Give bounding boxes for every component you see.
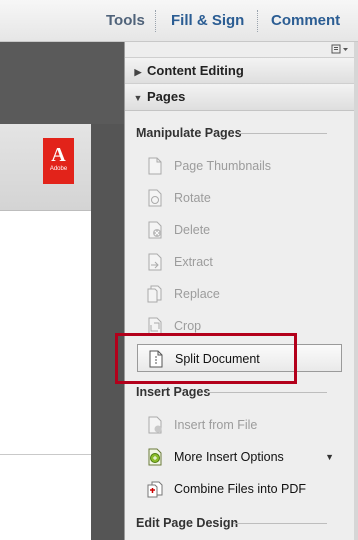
more-insert-options-button[interactable]: More Insert Options ▼ [137, 443, 342, 471]
item-label: Replace [174, 287, 220, 301]
page-thumbnails-icon [147, 157, 163, 175]
item-label: Rotate [174, 191, 211, 205]
chevron-down-icon: ▼ [133, 93, 143, 103]
rotate-icon [147, 189, 163, 207]
adobe-logo-text: Adobe [49, 166, 68, 172]
panel-options-icon[interactable] [331, 44, 349, 56]
item-label: Extract [174, 255, 213, 269]
group-rule [239, 133, 327, 134]
page-thumbnails-button[interactable]: Page Thumbnails [137, 152, 342, 180]
group-rule [207, 392, 327, 393]
adobe-logo-letter: A [51, 144, 66, 166]
tools-tab[interactable]: Tools [106, 0, 145, 41]
page-header: A Adobe [0, 124, 91, 211]
combine-files-button[interactable]: Combine Files into PDF [137, 475, 342, 503]
toolbar-separator [155, 10, 156, 32]
insert-from-file-button[interactable]: Insert from File [137, 411, 342, 439]
page-divider [0, 454, 91, 455]
group-manipulate-pages: Manipulate Pages [136, 126, 242, 140]
top-toolbar: Tools Fill & Sign Comment [0, 0, 358, 42]
extract-button[interactable]: Extract [137, 248, 342, 276]
insert-from-file-icon [147, 416, 163, 434]
combine-files-icon [147, 480, 163, 498]
item-label: Insert from File [174, 418, 258, 432]
chevron-down-icon[interactable]: ▼ [325, 443, 334, 471]
replace-icon [147, 285, 163, 303]
item-label: Combine Files into PDF [174, 482, 306, 496]
item-label: Page Thumbnails [174, 159, 272, 173]
document-page[interactable]: A Adobe [0, 124, 91, 540]
toolbar-separator [257, 10, 258, 32]
page-shadow [91, 124, 124, 540]
item-label: More Insert Options [174, 450, 284, 464]
tools-panel: ▶ Content Editing ▼ Pages Manipulate Pages… [124, 42, 355, 540]
section-label: Content Editing [147, 63, 244, 78]
chevron-right-icon: ▶ [134, 67, 142, 77]
section-content-editing[interactable]: ▶ Content Editing [125, 57, 355, 85]
section-pages[interactable]: ▼ Pages [125, 83, 355, 111]
group-rule [233, 523, 327, 524]
adobe-logo: A Adobe [43, 138, 74, 184]
delete-icon [147, 221, 163, 239]
extract-icon [147, 253, 163, 271]
comment-tab[interactable]: Comment [271, 0, 340, 41]
section-label: Pages [147, 89, 186, 104]
more-insert-options-icon [147, 448, 163, 466]
rotate-button[interactable]: Rotate [137, 184, 342, 212]
highlight-box [115, 333, 297, 384]
group-edit-page-design: Edit Page Design [136, 516, 239, 530]
fill-sign-tab[interactable]: Fill & Sign [171, 0, 244, 41]
replace-button[interactable]: Replace [137, 280, 342, 308]
group-insert-pages: Insert Pages [136, 385, 211, 399]
panel-scrollbar[interactable] [354, 42, 358, 540]
delete-button[interactable]: Delete [137, 216, 342, 244]
item-label: Delete [174, 223, 211, 237]
